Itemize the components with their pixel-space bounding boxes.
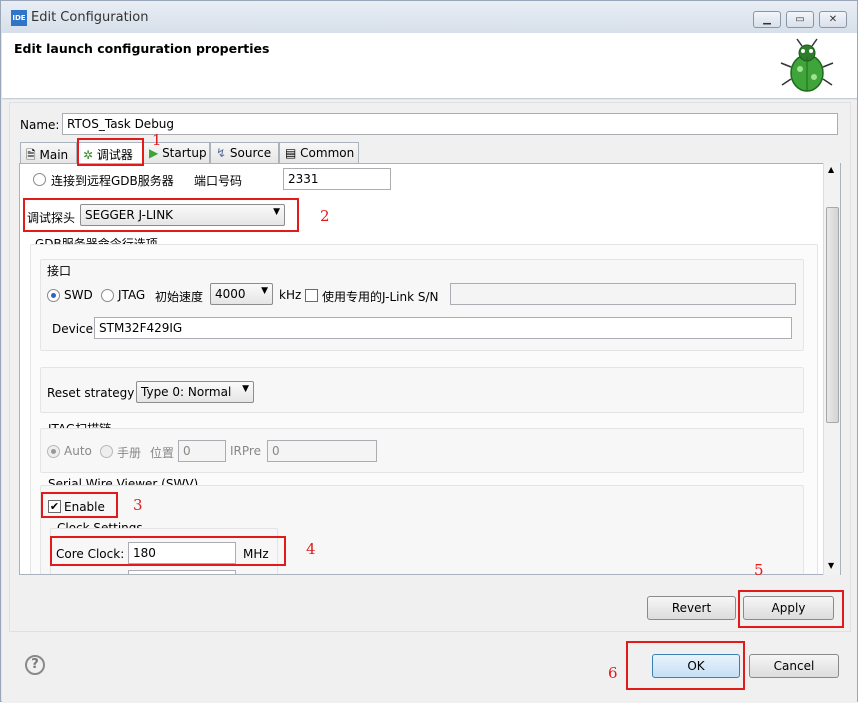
reset-select-value: Type 0: Normal (141, 385, 232, 399)
device-input[interactable]: STM32F429IG (94, 317, 792, 339)
tab-startup-label: Startup (162, 146, 207, 160)
annotation-number-6: 6 (608, 664, 618, 682)
maximize-button[interactable]: ▭ (786, 11, 814, 28)
annotation-box-5 (738, 590, 844, 628)
annotation-box-1 (77, 138, 144, 166)
swo-clock-input[interactable] (128, 570, 236, 574)
minimize-button[interactable]: ▁ (753, 11, 781, 28)
common-icon: ▤ (285, 146, 297, 160)
tab-source[interactable]: ↯ Source (210, 142, 279, 163)
annotation-number-3: 3 (133, 496, 143, 514)
position-input: 0 (178, 440, 226, 462)
speed-label: 初始速度 (155, 290, 204, 304)
jtag-label: JTAG (118, 288, 146, 302)
help-icon[interactable]: ? (25, 655, 45, 675)
reset-label: Reset strategy (47, 386, 135, 400)
tab-source-label: Source (229, 146, 272, 160)
scroll-up-icon[interactable]: ▲ (828, 165, 834, 174)
tab-common[interactable]: ▤ Common (279, 142, 359, 163)
name-label: Name: (20, 118, 60, 132)
reset-select[interactable]: Type 0: Normal ▼ (136, 381, 254, 403)
source-icon: ↯ (216, 146, 227, 160)
name-input[interactable]: RTOS_Task Debug (62, 113, 838, 135)
scroll-down-icon[interactable]: ▼ (828, 561, 834, 570)
ide-logo-icon: IDE (11, 10, 27, 26)
cancel-button[interactable]: Cancel (749, 654, 839, 678)
dedicated-jlink-checkbox[interactable] (305, 289, 318, 302)
annotation-box-2 (23, 198, 299, 232)
edit-configuration-window: IDE Edit Configuration ▁ ▭ ✕ Edit launch… (0, 0, 858, 703)
auto-label: Auto (64, 444, 92, 458)
annotation-box-3 (41, 492, 118, 518)
swd-label: SWD (64, 288, 93, 302)
annotation-number-5: 5 (754, 561, 764, 579)
irpre-label: IRPre (230, 444, 261, 458)
jtag-radio[interactable] (101, 289, 114, 302)
revert-button[interactable]: Revert (647, 596, 736, 620)
chevron-down-icon: ▼ (242, 384, 249, 394)
tab-main[interactable]: 🗎 Main (20, 142, 77, 163)
speed-select-value: 4000 (215, 287, 246, 301)
speed-unit: kHz (279, 288, 302, 302)
manual-radio (100, 445, 113, 458)
remote-gdb-radio[interactable] (33, 173, 46, 186)
irpre-input: 0 (267, 440, 377, 462)
device-label: Device (52, 322, 94, 336)
header-title: Edit launch configuration properties (14, 41, 270, 56)
content-scrollbar[interactable]: ▲ ▼ (823, 163, 840, 575)
scrollbar-thumb[interactable] (826, 207, 839, 423)
dialog-header: Edit launch configuration properties (2, 33, 857, 99)
annotation-box-6 (626, 641, 745, 690)
port-input[interactable]: 2331 (283, 168, 391, 190)
annotation-number-1: 1 (152, 131, 162, 149)
bug-icon (780, 38, 834, 92)
annotation-number-4: 4 (306, 540, 316, 558)
jlink-sn-input (450, 283, 796, 305)
close-button[interactable]: ✕ (819, 11, 847, 28)
window-title: Edit Configuration (31, 10, 149, 25)
annotation-number-2: 2 (320, 207, 330, 225)
title-bar: IDE Edit Configuration ▁ ▭ ✕ (1, 1, 857, 33)
dedicated-jlink-label: 使用专用的J-Link S/N (322, 290, 439, 304)
port-label: 端口号码 (194, 174, 243, 188)
auto-radio (47, 445, 60, 458)
chevron-down-icon: ▼ (261, 286, 268, 296)
interface-title: 接口 (47, 264, 72, 278)
speed-select[interactable]: 4000 ▼ (210, 283, 273, 305)
remote-gdb-label: 连接到远程GDB服务器 (51, 174, 174, 188)
page-icon: 🗎 (26, 148, 36, 162)
tab-common-label: Common (300, 146, 355, 160)
manual-label: 手册 (117, 446, 142, 460)
annotation-box-4 (50, 536, 286, 566)
tab-main-label: Main (39, 148, 69, 162)
position-label: 位置 (150, 446, 175, 460)
swd-radio[interactable] (47, 289, 60, 302)
